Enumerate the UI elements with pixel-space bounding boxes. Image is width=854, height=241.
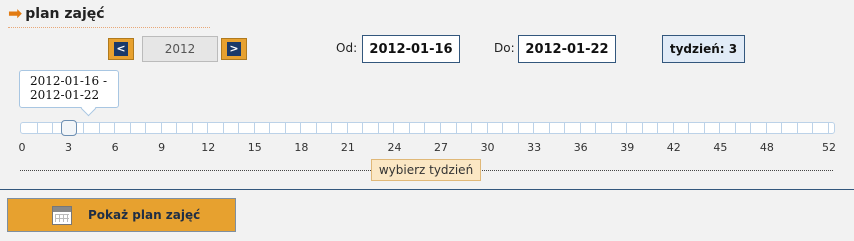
slider-segment [286, 123, 302, 133]
slider-segment [239, 123, 255, 133]
slider-segment [100, 123, 116, 133]
slider-segment [689, 123, 705, 133]
slider-segment [720, 123, 736, 133]
slider-tick-label: 42 [666, 141, 681, 154]
slider-segment [131, 123, 147, 133]
slider-tick-label: 39 [620, 141, 635, 154]
slider-tick-label: 27 [434, 141, 449, 154]
next-year-button[interactable]: > [221, 38, 247, 60]
slider-segment [332, 123, 348, 133]
slider-tick-label: 0 [18, 141, 26, 154]
slider-segment [301, 123, 317, 133]
slider-tick-label: 6 [111, 141, 119, 154]
slider-tick-label: 30 [480, 141, 495, 154]
section-header: ➡ plan zajęć [8, 2, 105, 26]
slider-segment [270, 123, 286, 133]
slider-segment [674, 123, 690, 133]
show-schedule-button[interactable]: Pokaż plan zajęć [7, 198, 236, 232]
slider-segment [22, 123, 38, 133]
slider-segment [379, 123, 395, 133]
slider-segment [751, 123, 767, 133]
slider-segment [565, 123, 581, 133]
slider-segment [782, 123, 798, 133]
week-slider-track[interactable] [20, 122, 835, 134]
year-display: 2012 [142, 36, 218, 62]
slider-segment [705, 123, 721, 133]
slider-segment [38, 123, 54, 133]
slider-tick-label: 24 [387, 141, 402, 154]
slider-segment [519, 123, 535, 133]
week-badge: tydzień: 3 [662, 35, 745, 63]
slider-segment [767, 123, 783, 133]
slider-segment [798, 123, 814, 133]
slider-segment [146, 123, 162, 133]
slider-segment [550, 123, 566, 133]
slider-segment [410, 123, 426, 133]
slider-segment [162, 123, 178, 133]
slider-segment [627, 123, 643, 133]
slider-segment [348, 123, 364, 133]
slider-segment [224, 123, 240, 133]
slider-segment [177, 123, 193, 133]
slider-tick-label: 15 [247, 141, 262, 154]
slider-tick-label: 33 [527, 141, 542, 154]
slider-segment [612, 123, 628, 133]
slider-segment [581, 123, 597, 133]
prev-year-button[interactable]: < [108, 38, 134, 60]
tooltip-end-date: 2012-01-22 [30, 88, 100, 102]
slider-segment [363, 123, 379, 133]
slider-segment [255, 123, 271, 133]
slider-segment [643, 123, 659, 133]
slider-segment [441, 123, 457, 133]
right-arrow-icon: ➡ [8, 3, 23, 24]
slider-tick-label: 48 [759, 141, 774, 154]
slider-segment [208, 123, 224, 133]
slider-segment [596, 123, 612, 133]
slider-tooltip: 2012-01-16 - 2012-01-22 [19, 70, 119, 117]
from-label: Od: [336, 41, 358, 55]
slider-segment [193, 123, 209, 133]
slider-segment [426, 123, 442, 133]
slider-segment [115, 123, 131, 133]
slider-segment [317, 123, 333, 133]
page-title: plan zajęć [25, 6, 105, 22]
header-underline [8, 27, 210, 28]
slider-tick-label: 45 [713, 141, 728, 154]
chevron-right-icon: > [227, 42, 241, 56]
slider-segment [394, 123, 410, 133]
slider-segment [488, 123, 504, 133]
slider-segment [534, 123, 550, 133]
tooltip-start-date: 2012-01-16 - [30, 74, 108, 88]
slider-tick-label: 21 [340, 141, 355, 154]
slider-segment [736, 123, 752, 133]
section-divider [0, 189, 854, 190]
slider-segment [472, 123, 488, 133]
slider-tick-label: 52 [822, 141, 836, 154]
tooltip-pointer [80, 100, 97, 117]
to-date-field[interactable]: 2012-01-22 [518, 35, 616, 63]
chevron-left-icon: < [114, 42, 128, 56]
from-date-field[interactable]: 2012-01-16 [362, 35, 460, 63]
slider-tick-label: 36 [573, 141, 588, 154]
slider-tick-label: 18 [294, 141, 309, 154]
slider-tick-label: 3 [65, 141, 73, 154]
calendar-icon [52, 205, 72, 225]
week-slider-handle[interactable] [60, 120, 77, 136]
slider-segment [84, 123, 100, 133]
show-schedule-label: Pokaż plan zajęć [88, 208, 201, 222]
slider-segment [658, 123, 674, 133]
pick-week-label: wybierz tydzień [371, 159, 481, 181]
to-label: Do: [494, 41, 515, 55]
slider-segment [457, 123, 473, 133]
slider-segment [813, 123, 829, 133]
slider-segment [503, 123, 519, 133]
slider-tick-label: 12 [201, 141, 216, 154]
slider-tick-label: 9 [158, 141, 166, 154]
